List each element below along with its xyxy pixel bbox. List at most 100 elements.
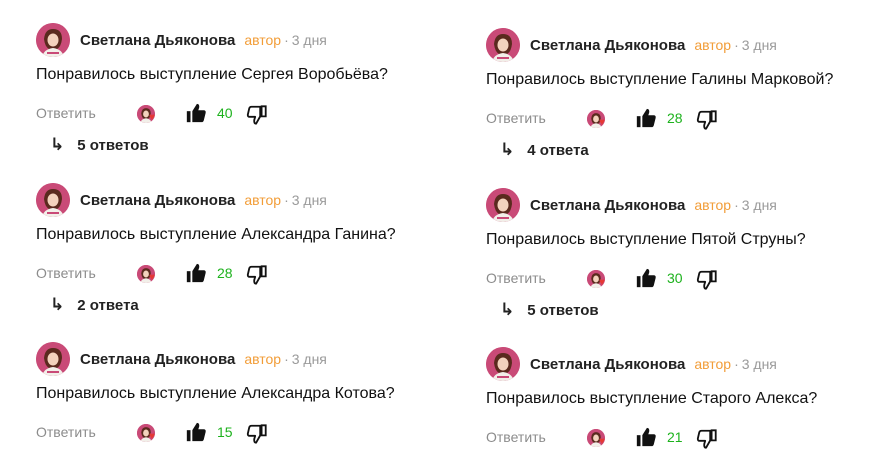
reply-button[interactable]: Ответить [486, 270, 546, 286]
avatar[interactable] [486, 28, 520, 62]
thumbs-up-icon[interactable] [635, 426, 657, 448]
heart-icon: ♥ [599, 436, 605, 447]
comment-time: 3 дня [291, 351, 327, 367]
comment-header: Светлана Дьяконова автор · 3 дня [36, 341, 327, 377]
separator-dot: · [284, 192, 289, 208]
comment-actions: Ответить ♥ 15 [36, 421, 466, 445]
author-name[interactable]: Светлана Дьяконова [530, 197, 685, 214]
comment-time: 3 дня [741, 197, 777, 213]
author-name[interactable]: Светлана Дьяконова [530, 356, 685, 373]
thumbs-up-icon[interactable] [185, 102, 207, 124]
likes-count: 15 [217, 424, 233, 440]
reactor-avatar[interactable]: ♥ [587, 427, 611, 449]
avatar[interactable] [486, 188, 520, 222]
author-badge: автор [694, 37, 732, 53]
comment-actions: Ответить ♥ 21 [486, 426, 889, 450]
likes-count: 28 [217, 265, 233, 281]
comment-header: Светлана Дьяконова автор · 3 дня [486, 187, 777, 223]
thumbs-up-icon[interactable] [185, 262, 207, 284]
reply-arrow-icon: ↳ [50, 135, 65, 154]
heart-icon: ♥ [149, 272, 155, 283]
avatar-portrait-icon [486, 28, 520, 62]
replies-count: 4 ответа [527, 141, 589, 159]
author-badge: автор [694, 197, 732, 213]
comment-text: Понравилось выступление Пятой Струны? [486, 231, 806, 248]
comment-time: 3 дня [741, 356, 777, 372]
reply-button[interactable]: Ответить [36, 424, 96, 440]
likes-count: 40 [217, 105, 233, 121]
thumbs-down-icon[interactable] [246, 423, 268, 445]
reactor-avatar[interactable]: ♥ [137, 263, 161, 285]
likes-count: 30 [667, 270, 683, 286]
heart-icon: ♥ [599, 117, 605, 128]
avatar-portrait-icon [36, 23, 70, 57]
comment-header: Светлана Дьяконова автор · 3 дня [36, 182, 327, 218]
reply-button[interactable]: Ответить [36, 265, 96, 281]
reply-button[interactable]: Ответить [486, 110, 546, 126]
avatar-portrait-icon [486, 188, 520, 222]
comment-actions: Ответить ♥ 30 [486, 267, 889, 291]
heart-icon: ♥ [599, 277, 605, 288]
separator-dot: · [734, 37, 739, 53]
comment-text: Понравилось выступление Галины Марковой? [486, 71, 834, 88]
reactor-avatar[interactable]: ♥ [587, 268, 611, 290]
avatar[interactable] [36, 23, 70, 57]
comment-actions: Ответить ♥ 28 [486, 107, 889, 131]
avatar[interactable] [36, 342, 70, 376]
comment-text: Понравилось выступление Старого Алекса? [486, 390, 818, 407]
comment-time: 3 дня [741, 37, 777, 53]
avatar[interactable] [486, 347, 520, 381]
replies-toggle[interactable]: ↳ 5 ответов [500, 300, 599, 320]
separator-dot: · [734, 356, 739, 372]
comment-header: Светлана Дьяконова автор · 3 дня [486, 27, 777, 63]
comment-header: Светлана Дьяконова автор · 3 дня [486, 346, 777, 382]
likes-count: 21 [667, 429, 683, 445]
separator-dot: · [284, 32, 289, 48]
thumbs-up-icon[interactable] [635, 267, 657, 289]
reply-button[interactable]: Ответить [486, 429, 546, 445]
author-badge: автор [694, 356, 732, 372]
reply-arrow-icon: ↳ [500, 140, 515, 159]
author-name[interactable]: Светлана Дьяконова [80, 192, 235, 209]
comment-actions: Ответить ♥ 40 [36, 102, 466, 126]
reply-button[interactable]: Ответить [36, 105, 96, 121]
replies-toggle[interactable]: ↳ 4 ответа [500, 140, 589, 160]
comment-header: Светлана Дьяконова автор · 3 дня [36, 22, 327, 58]
comment-text: Понравилось выступление Сергея Воробьёва… [36, 66, 388, 83]
comment-time: 3 дня [291, 32, 327, 48]
reactor-avatar[interactable]: ♥ [137, 103, 161, 125]
author-name[interactable]: Светлана Дьяконова [80, 351, 235, 368]
comment-text: Понравилось выступление Александра Ганин… [36, 226, 396, 243]
reply-arrow-icon: ↳ [500, 300, 515, 319]
thumbs-down-icon[interactable] [696, 428, 718, 450]
thumbs-down-icon[interactable] [696, 269, 718, 291]
reply-arrow-icon: ↳ [50, 295, 65, 314]
author-name[interactable]: Светлана Дьяконова [530, 37, 685, 54]
thumbs-down-icon[interactable] [246, 104, 268, 126]
reactor-avatar[interactable]: ♥ [137, 422, 161, 444]
replies-count: 5 ответов [77, 136, 149, 154]
comment-text: Понравилось выступление Александра Котов… [36, 385, 395, 402]
avatar[interactable] [36, 183, 70, 217]
avatar-portrait-icon [486, 347, 520, 381]
author-badge: автор [244, 32, 282, 48]
avatar-portrait-icon [36, 183, 70, 217]
reactor-avatar[interactable]: ♥ [587, 108, 611, 130]
thumbs-down-icon[interactable] [696, 109, 718, 131]
thumbs-down-icon[interactable] [246, 264, 268, 286]
avatar-portrait-icon [36, 342, 70, 376]
comment-actions: Ответить ♥ 28 [36, 262, 466, 286]
thumbs-up-icon[interactable] [185, 421, 207, 443]
author-badge: автор [244, 351, 282, 367]
heart-icon: ♥ [149, 431, 155, 442]
separator-dot: · [284, 351, 289, 367]
replies-toggle[interactable]: ↳ 2 ответа [50, 295, 139, 315]
author-badge: автор [244, 192, 282, 208]
author-name[interactable]: Светлана Дьяконова [80, 32, 235, 49]
separator-dot: · [734, 197, 739, 213]
likes-count: 28 [667, 110, 683, 126]
heart-icon: ♥ [149, 112, 155, 123]
replies-toggle[interactable]: ↳ 5 ответов [50, 135, 149, 155]
replies-count: 2 ответа [77, 296, 139, 314]
thumbs-up-icon[interactable] [635, 107, 657, 129]
